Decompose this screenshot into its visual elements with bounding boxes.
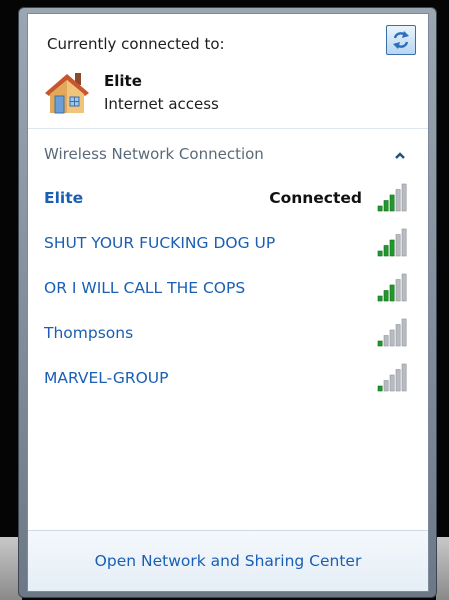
signal-bar [377, 250, 383, 257]
signal-bar [401, 318, 407, 347]
refresh-button[interactable] [386, 25, 416, 55]
signal-bar [389, 239, 395, 257]
network-status: Connected [269, 189, 362, 207]
signal-bar [383, 290, 389, 302]
signal-strength-icon [377, 318, 407, 347]
signal-bar [377, 340, 383, 347]
signal-bar [395, 324, 401, 347]
network-row[interactable]: Thompsons [28, 314, 428, 354]
signal-strength-icon [377, 228, 407, 257]
signal-bar [377, 385, 383, 392]
signal-bar [383, 245, 389, 257]
currently-connected-label: Currently connected to: [47, 35, 225, 53]
signal-strength-icon [377, 183, 407, 212]
network-name: SHUT YOUR FUCKING DOG UP [44, 234, 276, 252]
refresh-icon [393, 31, 409, 49]
network-name: MARVEL-GROUP [44, 369, 169, 387]
network-row[interactable]: MARVEL-GROUP [28, 359, 428, 399]
signal-bar [389, 329, 395, 347]
signal-strength-icon [377, 363, 407, 392]
chevron-up-icon[interactable] [393, 150, 407, 160]
signal-bar [377, 205, 383, 212]
footer: Open Network and Sharing Center [28, 530, 428, 591]
signal-bar [401, 228, 407, 257]
signal-bar [395, 369, 401, 392]
network-name: Elite [44, 189, 84, 207]
signal-bar [389, 194, 395, 212]
taskbar-edge-right [436, 537, 449, 600]
section-title: Wireless Network Connection [44, 145, 264, 163]
network-row[interactable]: OR I WILL CALL THE COPS [28, 269, 428, 309]
signal-bar [395, 279, 401, 302]
open-network-sharing-center-link[interactable]: Open Network and Sharing Center [28, 552, 428, 570]
connected-network-name: Elite [104, 72, 142, 90]
connection-header: Currently connected to: Elite Internet a… [28, 14, 428, 129]
signal-bar [401, 183, 407, 212]
network-name: OR I WILL CALL THE COPS [44, 279, 246, 297]
signal-bar [401, 363, 407, 392]
signal-bar [395, 234, 401, 257]
network-row[interactable]: Elite Connected [28, 179, 428, 219]
network-row[interactable]: SHUT YOUR FUCKING DOG UP [28, 224, 428, 264]
network-flyout: Currently connected to: Elite Internet a… [27, 13, 429, 592]
connected-network-status: Internet access [104, 95, 219, 113]
signal-bar [389, 284, 395, 302]
signal-bar [383, 380, 389, 392]
signal-bar [383, 200, 389, 212]
signal-strength-icon [377, 273, 407, 302]
wireless-section: Wireless Network Connection Elite Connect… [28, 129, 428, 530]
signal-bar [389, 374, 395, 392]
signal-bar [383, 335, 389, 347]
network-name: Thompsons [44, 324, 134, 342]
signal-bar [377, 295, 383, 302]
signal-bar [395, 189, 401, 212]
house-icon [45, 73, 89, 114]
signal-bar [401, 273, 407, 302]
